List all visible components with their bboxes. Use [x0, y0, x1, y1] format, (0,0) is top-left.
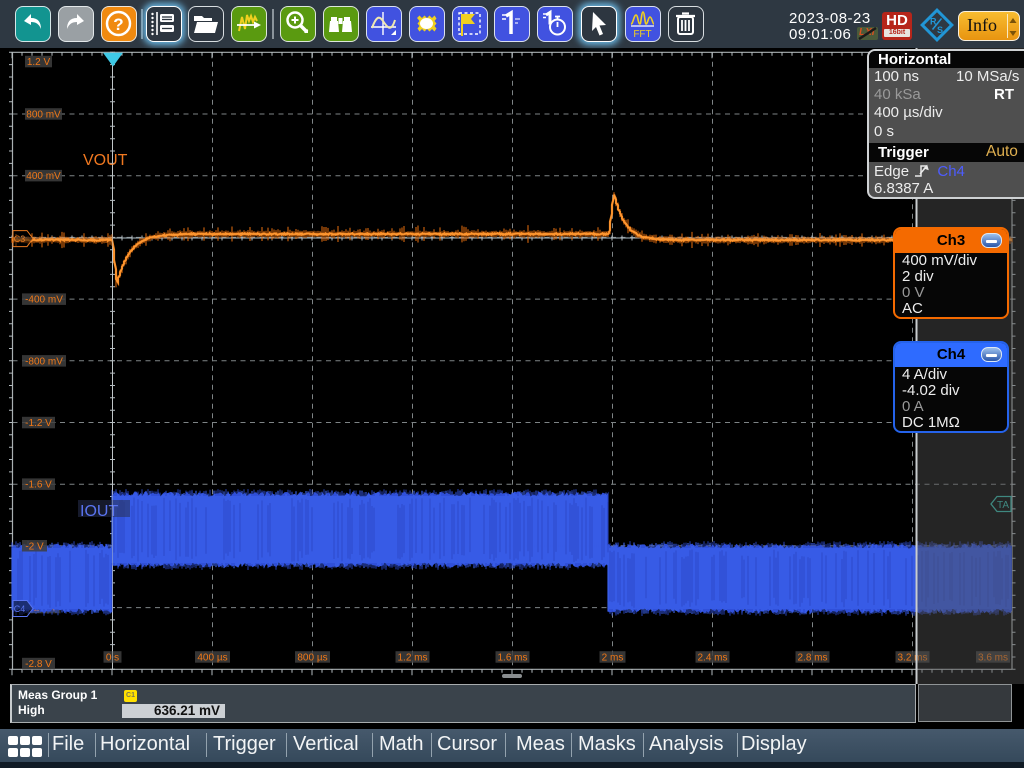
svg-text:2.8 ms: 2.8 ms [797, 653, 827, 664]
svg-text:FFT: FFT [633, 29, 651, 40]
svg-text:2 ms: 2 ms [602, 653, 624, 664]
svg-text:800 µs: 800 µs [297, 653, 327, 664]
svg-text:400 mV: 400 mV [26, 171, 61, 182]
svg-text:-1.2 V: -1.2 V [25, 418, 52, 429]
svg-text:-2.8 V: -2.8 V [25, 659, 52, 670]
svg-text:?: ? [113, 15, 123, 34]
svg-text:-800 mV: -800 mV [25, 356, 63, 367]
svg-text:C3: C3 [14, 234, 26, 244]
svg-text:VOUT: VOUT [83, 152, 128, 169]
svg-text:S: S [937, 25, 943, 35]
svg-text:-2 V: -2 V [25, 541, 44, 552]
svg-text:1.6 ms: 1.6 ms [497, 653, 527, 664]
svg-text:C4: C4 [14, 604, 26, 614]
svg-text:800 mV: 800 mV [26, 110, 61, 121]
svg-text:1.2 V: 1.2 V [27, 57, 51, 68]
svg-text:1.2 ms: 1.2 ms [397, 653, 427, 664]
svg-text:400 µs: 400 µs [197, 653, 227, 664]
svg-text:2.4 ms: 2.4 ms [697, 653, 727, 664]
svg-text:-1.6 V: -1.6 V [25, 480, 52, 491]
svg-text:-400 mV: -400 mV [25, 295, 63, 306]
